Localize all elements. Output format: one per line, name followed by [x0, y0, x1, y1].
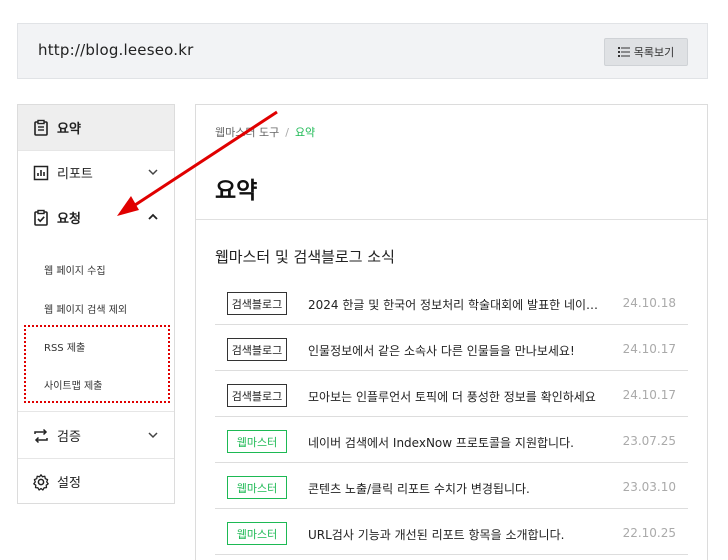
- sidebar-item-verify[interactable]: 검증: [18, 413, 174, 458]
- sidebar-item-summary[interactable]: 요약: [18, 105, 174, 150]
- swap-arrows-icon: [32, 427, 50, 445]
- news-row[interactable]: 검색블로그 인물정보에서 같은 소속사 다른 인물들을 만나보세요! 24.10…: [215, 325, 688, 371]
- breadcrumb: 웹마스터 도구 / 요약: [215, 124, 315, 140]
- sidebar: 요약 리포트 요청 웹 페이지 수집 웹 페이지 검색 제외 RSS 제출 사이…: [17, 104, 175, 504]
- sidebar-item-label: 검증: [57, 430, 81, 445]
- news-row[interactable]: 웹마스터 네이버 검색에서 IndexNow 프로토콜을 지원합니다. 23.0…: [215, 417, 688, 463]
- breadcrumb-parent[interactable]: 웹마스터 도구: [215, 126, 279, 139]
- bar-chart-icon: [32, 164, 50, 182]
- sidebar-item-label: 요약: [57, 122, 81, 137]
- sidebar-item-label: 설정: [57, 476, 81, 491]
- list-view-label: 목록보기: [633, 46, 675, 59]
- page-title: 요약: [215, 178, 258, 204]
- news-date: 24.10.17: [622, 342, 676, 356]
- chevron-down-icon: [148, 169, 158, 176]
- news-title[interactable]: URL검사 기능과 개선된 리포트 항목을 소개합니다.: [308, 526, 608, 543]
- news-tag: 검색블로그: [227, 384, 287, 407]
- news-date: 22.10.25: [622, 526, 676, 540]
- url-bar: http://blog.leeseo.kr 목록보기: [17, 23, 708, 79]
- news-tag: 검색블로그: [227, 338, 287, 361]
- site-url: http://blog.leeseo.kr: [38, 41, 194, 59]
- news-title[interactable]: 2024 한글 및 한국어 정보처리 학술대회에 발표한 네이버의 …: [308, 296, 608, 313]
- divider: [18, 411, 174, 412]
- chevron-down-icon: [148, 432, 158, 439]
- news-row[interactable]: 검색블로그 2024 한글 및 한국어 정보처리 학술대회에 발표한 네이버의 …: [215, 279, 688, 325]
- sidebar-item-settings[interactable]: 설정: [18, 459, 174, 504]
- list-view-button[interactable]: 목록보기: [604, 38, 688, 66]
- breadcrumb-current: 요약: [294, 126, 316, 139]
- news-row[interactable]: 웹마스터 URL검사 기능과 개선된 리포트 항목을 소개합니다. 22.10.…: [215, 509, 688, 555]
- sidebar-item-report[interactable]: 리포트: [18, 150, 174, 195]
- breadcrumb-separator: /: [285, 126, 289, 139]
- divider: [196, 219, 707, 220]
- news-title[interactable]: 인물정보에서 같은 소속사 다른 인물들을 만나보세요!: [308, 342, 608, 359]
- main-panel: 웹마스터 도구 / 요약 요약 웹마스터 및 검색블로그 소식 검색블로그 2024…: [195, 104, 708, 560]
- news-row[interactable]: 웹마스터 콘텐츠 노출/클릭 리포트 수치가 변경됩니다. 23.03.10: [215, 463, 688, 509]
- news-tag: 웹마스터: [227, 430, 287, 453]
- list-icon: [617, 47, 630, 57]
- clipboard-icon: [32, 119, 50, 137]
- news-row[interactable]: 검색블로그 모아보는 인플루언서 토픽에 더 풍성한 정보를 확인하세요 24.…: [215, 371, 688, 417]
- sidebar-item-request[interactable]: 요청: [18, 195, 174, 240]
- news-date: 24.10.17: [622, 388, 676, 402]
- news-tag: 웹마스터: [227, 522, 287, 545]
- news-date: 23.03.10: [622, 480, 676, 494]
- news-date: 23.07.25: [622, 434, 676, 448]
- section-title: 웹마스터 및 검색블로그 소식: [215, 248, 395, 266]
- news-title[interactable]: 네이버 검색에서 IndexNow 프로토콜을 지원합니다.: [308, 434, 608, 451]
- sidebar-subitem-page-crawl[interactable]: 웹 페이지 수집: [44, 262, 106, 277]
- news-title[interactable]: 모아보는 인플루언서 토픽에 더 풍성한 정보를 확인하세요: [308, 388, 608, 405]
- news-title[interactable]: 콘텐츠 노출/클릭 리포트 수치가 변경됩니다.: [308, 480, 608, 497]
- news-date: 24.10.18: [622, 296, 676, 310]
- clipboard-check-icon: [32, 209, 50, 227]
- sidebar-item-label: 요청: [57, 212, 81, 227]
- chevron-up-icon: [148, 213, 158, 220]
- annotation-highlight-box: [24, 325, 170, 403]
- news-tag: 검색블로그: [227, 292, 287, 315]
- sidebar-item-label: 리포트: [57, 167, 93, 182]
- news-tag: 웹마스터: [227, 476, 287, 499]
- sidebar-subitem-page-exclude[interactable]: 웹 페이지 검색 제외: [44, 301, 127, 316]
- gear-icon: [32, 473, 50, 491]
